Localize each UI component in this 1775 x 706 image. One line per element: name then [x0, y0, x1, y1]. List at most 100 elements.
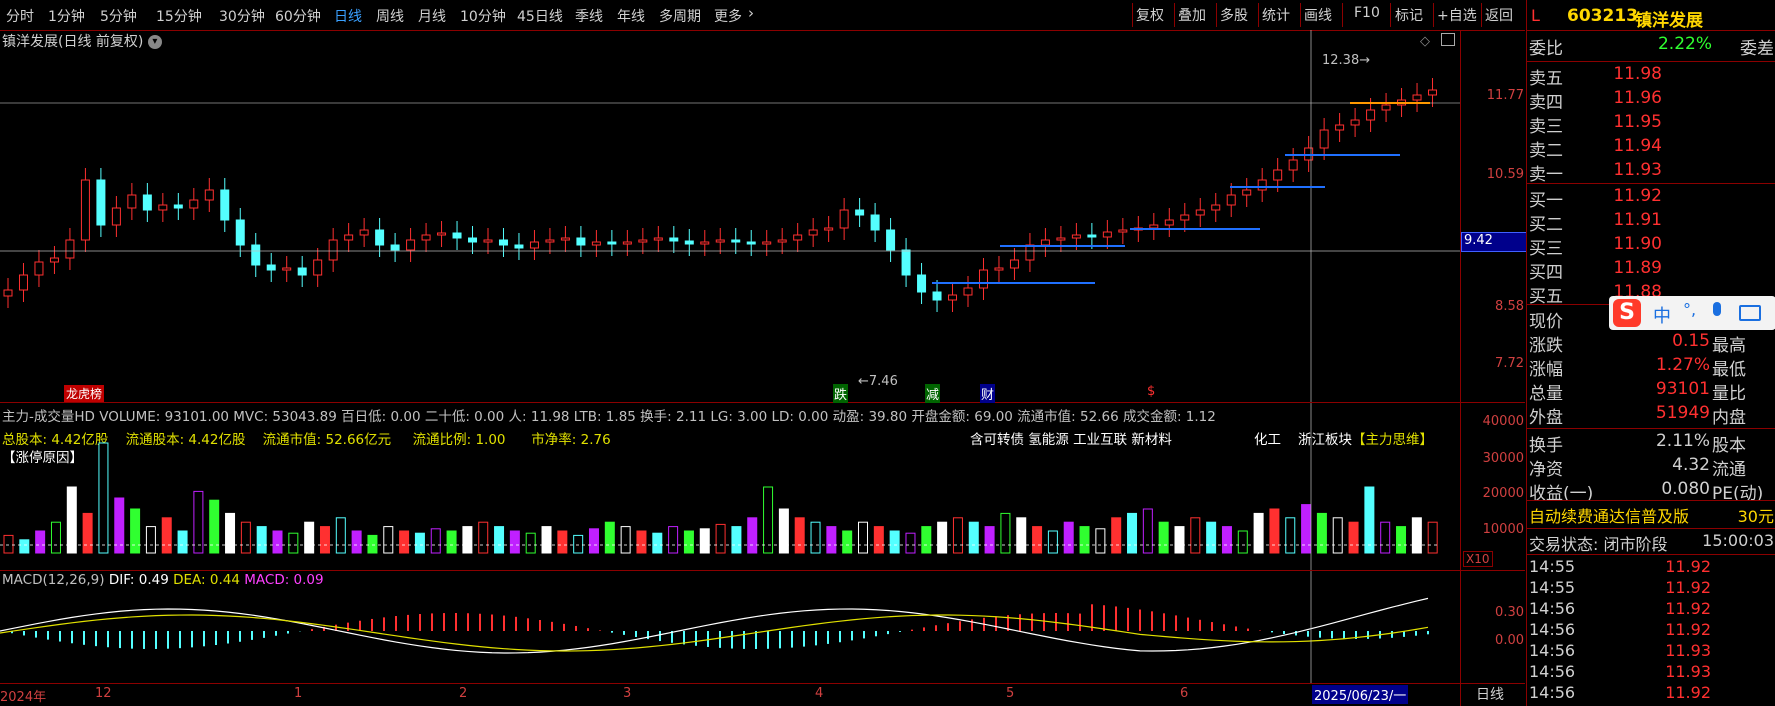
- candle: [700, 230, 710, 256]
- buy-level-row[interactable]: 买二 11.91: [1527, 210, 1775, 235]
- stat-row: 涨幅 1.27% 最低: [1527, 355, 1775, 380]
- volume-bar: [35, 530, 46, 554]
- tab-weekly[interactable]: 周线: [376, 6, 404, 26]
- tab-monthly[interactable]: 月线: [418, 6, 446, 26]
- ime-toolbar[interactable]: S 中 °,: [1609, 296, 1775, 330]
- volume-bar: [588, 528, 599, 554]
- back-button[interactable]: 返回: [1485, 5, 1513, 25]
- keyboard-icon[interactable]: [1739, 305, 1761, 321]
- volume-bar: [225, 512, 236, 554]
- f10-button[interactable]: F10: [1354, 5, 1380, 21]
- tab-year[interactable]: 年线: [617, 6, 645, 26]
- ime-punct-toggle[interactable]: °,: [1683, 300, 1696, 319]
- candlestick-chart[interactable]: [0, 30, 1460, 402]
- volume-chart[interactable]: [0, 403, 1460, 570]
- tab-multi-period[interactable]: 多周期: [659, 6, 701, 26]
- stat-label: 净资: [1529, 460, 1563, 480]
- candle: [545, 228, 555, 254]
- multi-stock-button[interactable]: 多股: [1220, 5, 1248, 25]
- mic-icon[interactable]: [1713, 302, 1721, 316]
- volume-bar: [747, 517, 758, 554]
- candle: [282, 256, 292, 282]
- sell-level-row[interactable]: 卖五 11.98: [1527, 64, 1775, 89]
- sell-level-row[interactable]: 卖四 11.96: [1527, 88, 1775, 113]
- candle: [1257, 168, 1267, 202]
- sell-level-row[interactable]: 卖一 11.93: [1527, 160, 1775, 185]
- period-label[interactable]: 日线: [1476, 684, 1504, 704]
- candle: [855, 198, 865, 227]
- tick-time: 14:56: [1529, 620, 1576, 639]
- divider: [0, 683, 1525, 684]
- ime-chinese-toggle[interactable]: 中: [1653, 302, 1671, 328]
- event-marker-cai[interactable]: 财: [980, 384, 996, 403]
- axis-divider: [1460, 30, 1461, 706]
- buy-level-row[interactable]: 买四 11.89: [1527, 258, 1775, 283]
- date-label: 4: [815, 686, 824, 701]
- statistics-button[interactable]: 统计: [1262, 5, 1290, 25]
- tab-15min[interactable]: 15分钟: [156, 6, 202, 26]
- stat-value: 4.32: [1672, 455, 1710, 475]
- weibi-row: 委比 2.22% 委差: [1529, 34, 1774, 59]
- volume-bar: [1364, 486, 1375, 554]
- candle: [173, 193, 183, 220]
- event-marker-jian[interactable]: 减: [925, 384, 941, 403]
- macd-axis-label: 0.30: [1495, 605, 1524, 620]
- candle: [591, 230, 601, 257]
- fuquan-button[interactable]: 复权: [1136, 5, 1164, 25]
- candle: [1164, 208, 1174, 237]
- volume-bar: [1079, 526, 1090, 554]
- stat-row: 外盘 51949 内盘: [1527, 403, 1775, 428]
- candle: [1412, 83, 1422, 112]
- draw-line-button[interactable]: 画线: [1304, 5, 1332, 25]
- volume-bar: [984, 526, 995, 554]
- volume-bar: [1063, 521, 1074, 554]
- date-label: 2024年: [0, 690, 47, 705]
- tab-60min[interactable]: 60分钟: [275, 6, 321, 26]
- volume-bar: [1427, 521, 1438, 554]
- volume-bar: [351, 530, 362, 554]
- tab-5min[interactable]: 5分钟: [100, 6, 137, 26]
- volume-bar: [636, 530, 647, 554]
- chevron-right-icon[interactable]: ›: [748, 4, 754, 22]
- sell-level-row[interactable]: 卖二 11.94: [1527, 136, 1775, 161]
- tab-1min[interactable]: 1分钟: [48, 6, 85, 26]
- candle: [313, 248, 323, 287]
- event-marker-die[interactable]: 跌: [833, 384, 849, 403]
- buy-level-row[interactable]: 买三 11.90: [1527, 234, 1775, 259]
- volume-bar: [1237, 530, 1248, 554]
- tab-daily[interactable]: 日线: [334, 6, 362, 26]
- candle: [777, 228, 787, 254]
- candle: [251, 233, 261, 277]
- stock-marker: L: [1531, 6, 1540, 25]
- sell-level-row[interactable]: 卖三 11.95: [1527, 112, 1775, 137]
- tab-45day[interactable]: 45日线: [517, 6, 563, 26]
- tab-30min[interactable]: 30分钟: [219, 6, 265, 26]
- ime-logo-icon[interactable]: S: [1613, 299, 1641, 327]
- macd-chart[interactable]: [0, 571, 1460, 683]
- tab-season[interactable]: 季线: [575, 6, 603, 26]
- candle: [1195, 198, 1205, 227]
- candle: [1335, 113, 1345, 142]
- ad-banner[interactable]: 自动续费通达信普及版 30元: [1527, 503, 1775, 527]
- volume-bar: [3, 534, 14, 554]
- sell-level-price: 11.98: [1613, 64, 1662, 84]
- volume-bar: [1142, 508, 1153, 554]
- volume-bar: [1095, 528, 1106, 554]
- overlay-button[interactable]: 叠加: [1178, 5, 1206, 25]
- tab-more[interactable]: 更多: [714, 6, 742, 26]
- buy-level-label: 买四: [1529, 263, 1563, 283]
- tab-10min[interactable]: 10分钟: [460, 6, 506, 26]
- event-marker-dividend[interactable]: $: [1147, 384, 1155, 399]
- event-marker-longhubang[interactable]: 龙虎榜: [64, 385, 105, 402]
- volume-bar: [367, 534, 378, 554]
- add-watchlist-button[interactable]: +自选: [1437, 5, 1477, 25]
- buy-level-row[interactable]: 买一 11.92: [1527, 186, 1775, 211]
- stat-label: 总量: [1529, 384, 1563, 404]
- volume-bar: [1253, 512, 1264, 554]
- volume-bar: [968, 521, 979, 554]
- tick-row: 14:55 11.92: [1527, 557, 1775, 579]
- volume-bar: [304, 521, 315, 554]
- volume-bar: [478, 521, 489, 554]
- mark-button[interactable]: 标记: [1395, 5, 1423, 25]
- tab-fenshi[interactable]: 分时: [6, 6, 34, 26]
